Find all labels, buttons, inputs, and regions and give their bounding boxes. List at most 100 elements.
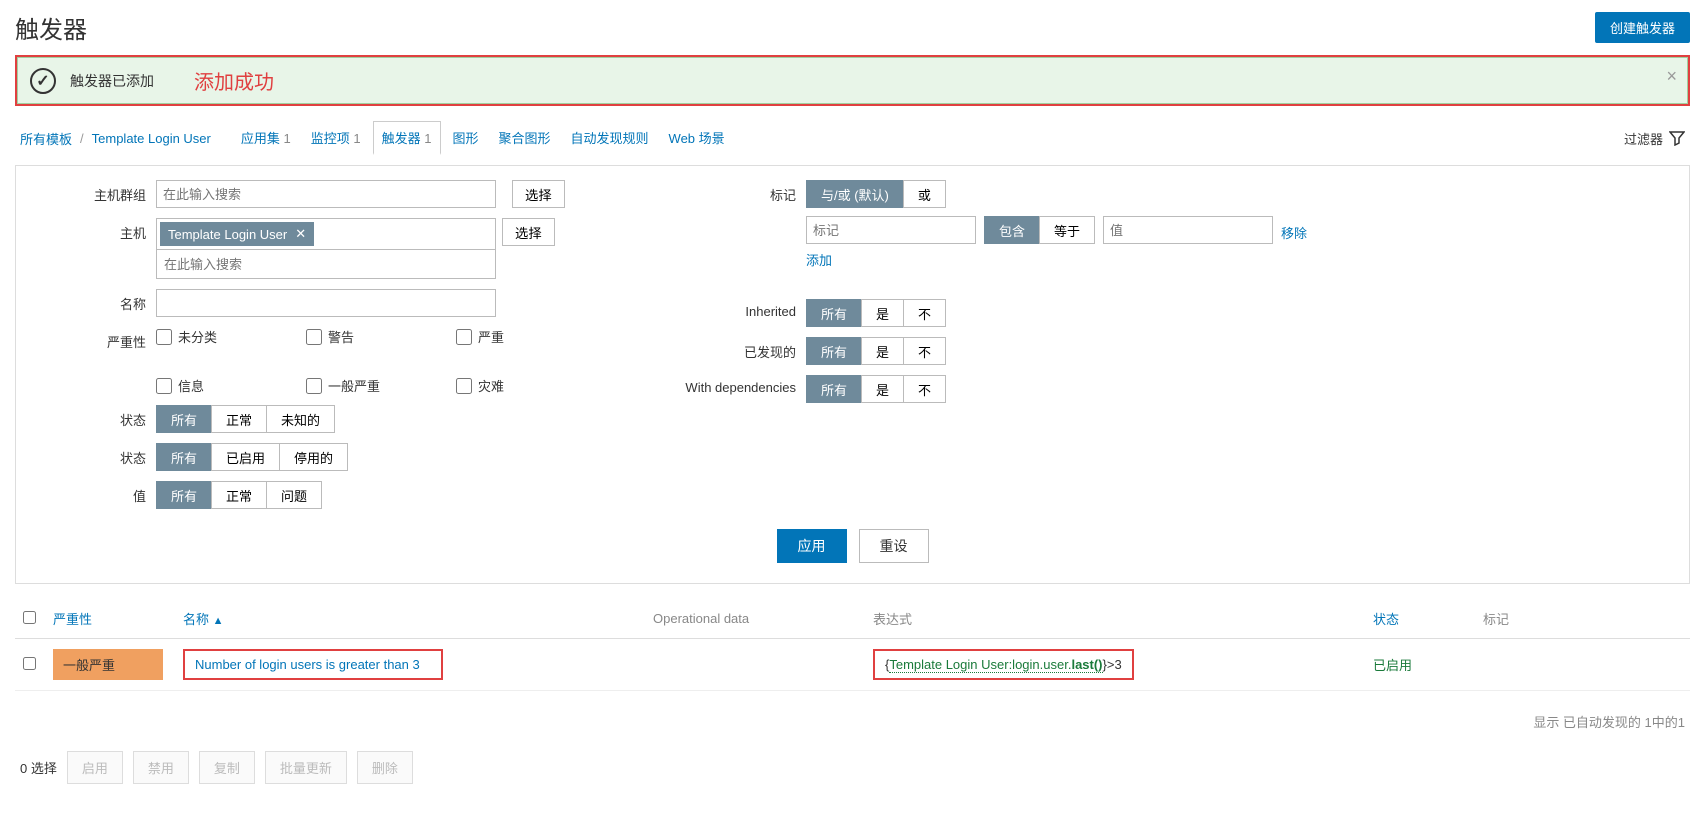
expression-highlight: {Template Login User:login.user.last()}>…: [873, 649, 1134, 680]
reset-button[interactable]: 重设: [859, 529, 929, 563]
tab-screens[interactable]: 聚合图形: [491, 122, 559, 155]
trigger-name-highlight: Number of login users is greater than 3: [183, 649, 443, 680]
tab-graphs[interactable]: 图形: [445, 122, 487, 155]
success-banner: 触发器已添加 添加成功 ×: [17, 57, 1688, 104]
tag-value-input[interactable]: [1103, 216, 1273, 244]
tab-app-sets[interactable]: 应用集 1: [233, 122, 299, 155]
discovered-label: 已发现的: [656, 337, 796, 361]
inherited-toggle: 所有 是 不: [806, 299, 946, 327]
table-row: 一般严重 Number of login users is greater th…: [15, 639, 1690, 691]
host-group-input[interactable]: [156, 180, 496, 208]
status-disabled[interactable]: 停用的: [279, 443, 348, 471]
severity-label: 严重性: [36, 327, 146, 351]
host-search-input[interactable]: [160, 253, 492, 275]
value-problem[interactable]: 问题: [266, 481, 322, 509]
deps-yes[interactable]: 是: [861, 375, 904, 403]
tag-or[interactable]: 或: [903, 180, 946, 208]
deps-label: With dependencies: [656, 375, 796, 395]
breadcrumb: 所有模板 / Template Login User 应用集 1 监控项 1 触…: [0, 111, 1705, 165]
inherited-no[interactable]: 不: [903, 299, 946, 327]
status-toggle: 所有 已启用 停用的: [156, 443, 348, 471]
tab-discovery[interactable]: 自动发现规则: [563, 122, 657, 155]
table-footer: 显示 已自动发现的 1中的1: [0, 706, 1705, 737]
state-toggle: 所有 正常 未知的: [156, 405, 335, 433]
name-label: 名称: [36, 289, 146, 313]
tag-match-toggle: 包含 等于: [984, 216, 1095, 244]
status-label: 状态: [36, 443, 146, 467]
trigger-name-link[interactable]: Number of login users is greater than 3: [195, 657, 420, 672]
name-input[interactable]: [156, 289, 496, 317]
inherited-label: Inherited: [656, 299, 796, 319]
page-title: 触发器: [15, 10, 87, 45]
tag-label: 标记: [656, 180, 796, 204]
col-status[interactable]: 状态: [1373, 612, 1399, 627]
tag-name-input[interactable]: [806, 216, 976, 244]
bulk-copy-button[interactable]: 复制: [199, 751, 255, 784]
bulk-action-bar: 0 选择 启用 禁用 复制 批量更新 删除: [0, 737, 1705, 798]
selected-count: 0 选择: [20, 758, 57, 777]
sev-unclassified[interactable]: 未分类: [156, 327, 276, 346]
bulk-disable-button[interactable]: 禁用: [133, 751, 189, 784]
tag-andor[interactable]: 与/或 (默认): [806, 180, 904, 208]
status-all[interactable]: 所有: [156, 443, 212, 471]
value-all[interactable]: 所有: [156, 481, 212, 509]
sev-disaster[interactable]: 灾难: [456, 376, 576, 395]
state-label: 状态: [36, 405, 146, 429]
tab-items[interactable]: 监控项 1: [303, 122, 369, 155]
deps-all[interactable]: 所有: [806, 375, 862, 403]
close-icon[interactable]: ×: [1666, 66, 1677, 87]
state-unknown[interactable]: 未知的: [266, 405, 335, 433]
sev-high[interactable]: 严重: [456, 327, 576, 346]
bulk-massupdate-button[interactable]: 批量更新: [265, 751, 347, 784]
host-label: 主机: [36, 218, 146, 242]
tag-add-link[interactable]: 添加: [806, 250, 832, 269]
create-trigger-button[interactable]: 创建触发器: [1595, 12, 1690, 43]
row-checkbox[interactable]: [23, 657, 36, 670]
filter-toggle[interactable]: 过滤器: [1624, 129, 1685, 148]
deps-no[interactable]: 不: [903, 375, 946, 403]
discovered-no[interactable]: 不: [903, 337, 946, 365]
host-select-button[interactable]: 选择: [502, 218, 555, 246]
bulk-enable-button[interactable]: 启用: [67, 751, 123, 784]
tag-andor-toggle: 与/或 (默认) 或: [806, 180, 946, 208]
col-severity[interactable]: 严重性: [53, 612, 92, 627]
discovered-toggle: 所有 是 不: [806, 337, 946, 365]
discovered-yes[interactable]: 是: [861, 337, 904, 365]
inherited-all[interactable]: 所有: [806, 299, 862, 327]
sev-info[interactable]: 信息: [156, 376, 276, 395]
state-normal[interactable]: 正常: [211, 405, 267, 433]
value-toggle: 所有 正常 问题: [156, 481, 322, 509]
severity-checkboxes: 未分类 警告 严重 信息 一般严重 灾难: [156, 327, 576, 395]
breadcrumb-template[interactable]: Template Login User: [92, 131, 211, 146]
discovered-all[interactable]: 所有: [806, 337, 862, 365]
host-group-label: 主机群组: [36, 180, 146, 204]
banner-message: 触发器已添加: [70, 71, 154, 91]
tag-equals[interactable]: 等于: [1039, 216, 1095, 244]
bulk-delete-button[interactable]: 删除: [357, 751, 413, 784]
sev-average[interactable]: 一般严重: [306, 376, 426, 395]
tab-triggers[interactable]: 触发器 1: [373, 121, 441, 155]
apply-button[interactable]: 应用: [777, 529, 847, 563]
inherited-yes[interactable]: 是: [861, 299, 904, 327]
host-group-select-button[interactable]: 选择: [512, 180, 565, 208]
col-name[interactable]: 名称 ▲: [183, 612, 224, 627]
check-icon: [30, 68, 56, 94]
state-all[interactable]: 所有: [156, 405, 212, 433]
status-link[interactable]: 已启用: [1373, 658, 1412, 673]
severity-badge: 一般严重: [53, 649, 163, 680]
tag-remove-link[interactable]: 移除: [1281, 223, 1307, 242]
status-enabled[interactable]: 已启用: [211, 443, 280, 471]
breadcrumb-all-templates[interactable]: 所有模板: [20, 129, 72, 148]
col-expression: 表达式: [873, 612, 912, 627]
col-tags: 标记: [1483, 612, 1509, 627]
tag-contains[interactable]: 包含: [984, 216, 1040, 244]
filter-icon: [1669, 130, 1685, 146]
sev-warning[interactable]: 警告: [306, 327, 426, 346]
expression-link[interactable]: Template Login User:login.user.last(): [889, 657, 1102, 673]
select-all-checkbox[interactable]: [23, 611, 36, 624]
chip-remove-icon[interactable]: ✕: [295, 226, 306, 242]
value-ok[interactable]: 正常: [211, 481, 267, 509]
filter-panel: 主机群组 选择 主机 Template Login User✕ 选择: [15, 165, 1690, 584]
tab-web[interactable]: Web 场景: [661, 122, 733, 155]
host-multiselect[interactable]: Template Login User✕: [156, 218, 496, 250]
